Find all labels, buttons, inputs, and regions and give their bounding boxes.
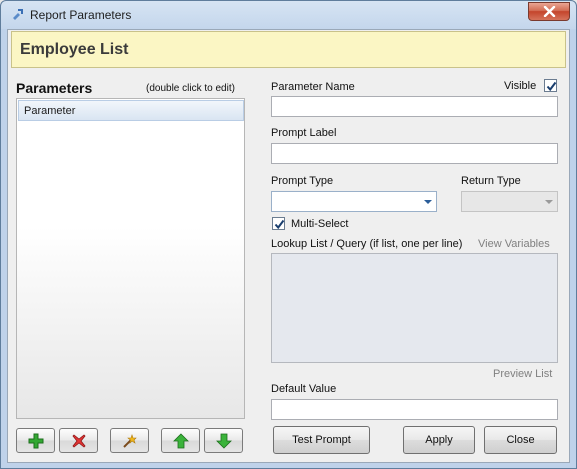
delete-icon bbox=[72, 434, 86, 448]
lookup-label: Lookup List / Query (if list, one per li… bbox=[271, 238, 463, 250]
multi-select-label: Multi-Select bbox=[291, 218, 349, 230]
parameter-name-label: Parameter Name bbox=[271, 81, 355, 93]
close-button[interactable]: Close bbox=[484, 426, 557, 454]
parameters-hint: (double click to edit) bbox=[146, 83, 235, 94]
add-icon bbox=[28, 433, 44, 449]
parameter-name-input[interactable] bbox=[271, 96, 558, 117]
prompt-type-label: Prompt Type bbox=[271, 175, 334, 187]
move-up-button[interactable] bbox=[161, 428, 200, 453]
preview-list-link[interactable]: Preview List bbox=[493, 368, 552, 380]
return-type-select bbox=[461, 191, 558, 212]
parameters-heading: Parameters bbox=[16, 80, 93, 96]
app-icon bbox=[11, 8, 24, 21]
report-parameters-window: Report Parameters Employee List Paramete… bbox=[0, 0, 577, 469]
header-banner: Employee List bbox=[11, 31, 566, 68]
checkmark-icon bbox=[274, 219, 285, 230]
parameters-list[interactable]: Parameter bbox=[16, 98, 245, 419]
lookup-query-textarea[interactable] bbox=[271, 253, 558, 363]
return-type-label: Return Type bbox=[461, 175, 521, 187]
test-prompt-button[interactable]: Test Prompt bbox=[273, 426, 370, 454]
prompt-type-select[interactable] bbox=[271, 191, 437, 212]
move-down-icon bbox=[216, 433, 232, 449]
prompt-label-label: Prompt Label bbox=[271, 127, 337, 139]
wizard-button[interactable] bbox=[110, 428, 149, 453]
add-parameter-button[interactable] bbox=[16, 428, 55, 453]
title-bar[interactable]: Report Parameters bbox=[1, 1, 576, 29]
checkmark-icon bbox=[546, 81, 557, 92]
dialog-body: Employee List Parameters (double click t… bbox=[7, 29, 570, 463]
delete-parameter-button[interactable] bbox=[59, 428, 98, 453]
move-down-button[interactable] bbox=[204, 428, 243, 453]
list-item[interactable]: Parameter bbox=[18, 100, 244, 121]
apply-button[interactable]: Apply bbox=[403, 426, 475, 454]
move-up-icon bbox=[173, 433, 189, 449]
chevron-down-icon bbox=[545, 200, 553, 204]
prompt-label-input[interactable] bbox=[271, 143, 558, 164]
report-title: Employee List bbox=[20, 41, 129, 58]
view-variables-link[interactable]: View Variables bbox=[478, 238, 550, 250]
visible-label: Visible bbox=[504, 80, 537, 92]
wizard-icon bbox=[123, 434, 137, 448]
window-close-button[interactable] bbox=[528, 2, 570, 21]
close-icon bbox=[543, 6, 556, 17]
list-item-label: Parameter bbox=[24, 105, 76, 117]
default-value-input[interactable] bbox=[271, 399, 558, 420]
multi-select-checkbox[interactable] bbox=[272, 217, 285, 230]
visible-checkbox[interactable] bbox=[544, 79, 557, 92]
default-value-label: Default Value bbox=[271, 383, 337, 395]
chevron-down-icon bbox=[424, 200, 432, 204]
window-title: Report Parameters bbox=[30, 8, 132, 22]
